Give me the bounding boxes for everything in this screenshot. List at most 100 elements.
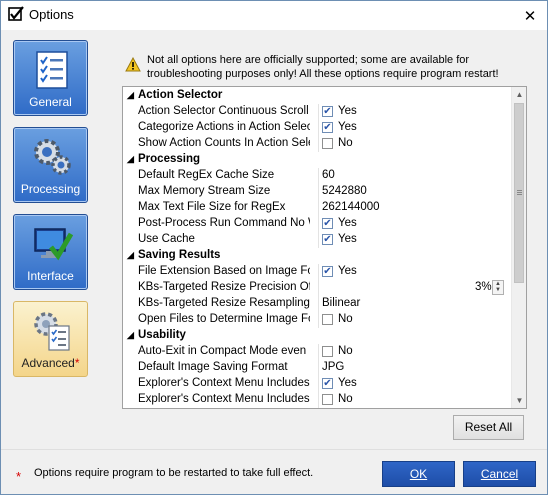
scroll-down-icon[interactable]: ▼ bbox=[512, 393, 526, 408]
row-label: File Extension Based on Image For bbox=[138, 265, 310, 277]
row-divider bbox=[318, 344, 319, 360]
row-divider bbox=[318, 280, 319, 296]
row-value[interactable]: Bilinear bbox=[322, 297, 360, 309]
row-divider bbox=[318, 120, 319, 136]
advanced-gears-icon bbox=[34, 312, 70, 351]
checkbox[interactable] bbox=[322, 346, 333, 357]
grid-row[interactable]: Explorer's Context Menu Includes F No bbox=[123, 392, 511, 408]
row-divider bbox=[318, 136, 319, 152]
gears-icon bbox=[34, 139, 71, 175]
checkbox[interactable]: ✔ bbox=[322, 122, 333, 133]
grid-row[interactable]: Max Memory Stream Size 5242880 bbox=[123, 184, 511, 200]
grid-row[interactable]: Show Action Counts In Action Select No bbox=[123, 136, 511, 152]
row-divider bbox=[318, 184, 319, 200]
reset-all-button[interactable]: Reset All bbox=[453, 415, 524, 440]
cancel-button[interactable]: Cancel bbox=[463, 461, 536, 487]
cancel-label: Cancel bbox=[480, 467, 519, 481]
nav-advanced-label: Advanced* bbox=[14, 356, 87, 370]
scroll-thumb[interactable] bbox=[514, 103, 524, 283]
close-icon: ✕ bbox=[523, 7, 537, 25]
scroll-up-icon[interactable]: ▲ bbox=[512, 87, 526, 102]
grid-row[interactable]: Use Cache ✔ Yes bbox=[123, 232, 511, 248]
checkbox[interactable]: ✔ bbox=[322, 106, 333, 117]
category-label: Usability bbox=[138, 329, 186, 341]
nav-general-button[interactable]: General bbox=[13, 40, 88, 116]
row-value: Yes bbox=[338, 121, 357, 133]
monitor-check-icon bbox=[34, 228, 73, 261]
grid-row[interactable]: File Extension Based on Image For ✔ Yes bbox=[123, 264, 511, 280]
row-value[interactable]: 262144000 bbox=[322, 201, 380, 213]
checkbox[interactable]: ✔ bbox=[322, 234, 333, 245]
row-value[interactable]: 5242880 bbox=[322, 185, 367, 197]
row-value: Yes bbox=[338, 233, 357, 245]
row-value: No bbox=[338, 393, 353, 405]
grid-row[interactable]: Open Files to Determine Image For No bbox=[123, 312, 511, 328]
row-label: Categorize Actions in Action Selecto bbox=[138, 121, 310, 133]
row-value[interactable]: 60 bbox=[322, 169, 335, 181]
category-saving-results[interactable]: ◢ Saving Results bbox=[123, 248, 511, 264]
grid-row[interactable]: Max Text File Size for RegEx 262144000 bbox=[123, 200, 511, 216]
row-divider bbox=[318, 392, 319, 408]
row-label: KBs-Targeted Resize Precision Offs bbox=[138, 281, 310, 293]
row-divider bbox=[318, 264, 319, 280]
row-divider bbox=[318, 216, 319, 232]
row-label: Open Files to Determine Image For bbox=[138, 313, 310, 325]
grid-row[interactable]: Default RegEx Cache Size 60 bbox=[123, 168, 511, 184]
collapse-icon: ◢ bbox=[127, 154, 134, 164]
nav-interface-button[interactable]: Interface bbox=[13, 214, 88, 290]
nav-interface-label: Interface bbox=[27, 269, 74, 283]
row-label: Explorer's Context Menu Includes F bbox=[138, 393, 310, 405]
checkbox[interactable] bbox=[322, 314, 333, 325]
nav-advanced-button[interactable]: Advanced* bbox=[13, 301, 88, 377]
row-label: Max Text File Size for RegEx bbox=[138, 201, 286, 213]
category-processing[interactable]: ◢ Processing bbox=[123, 152, 511, 168]
row-divider bbox=[318, 376, 319, 392]
row-label: Explorer's Context Menu Includes F bbox=[138, 377, 310, 389]
row-value: No bbox=[338, 313, 353, 325]
grid-row[interactable]: Auto-Exit in Compact Mode even if No bbox=[123, 344, 511, 360]
checkbox[interactable]: ✔ bbox=[322, 378, 333, 389]
title-bar: Options ✕ bbox=[1, 1, 547, 30]
grip-line bbox=[517, 190, 522, 191]
row-label: Default RegEx Cache Size bbox=[138, 169, 275, 181]
grid-row[interactable]: KBs-Targeted Resize Resampling M Bilinea… bbox=[123, 296, 511, 312]
collapse-icon: ◢ bbox=[127, 90, 134, 100]
row-divider bbox=[318, 312, 319, 328]
options-dialog: Options ✕ General Processing Interface A… bbox=[0, 0, 548, 495]
checkbox[interactable] bbox=[322, 138, 333, 149]
row-divider bbox=[318, 104, 319, 120]
row-divider bbox=[318, 200, 319, 216]
row-value: No bbox=[338, 345, 353, 357]
close-button[interactable]: ✕ bbox=[513, 1, 547, 30]
nav-advanced-text: Advanced bbox=[21, 356, 75, 370]
collapse-icon: ◢ bbox=[127, 250, 134, 260]
category-label: Action Selector bbox=[138, 89, 223, 101]
category-label: Saving Results bbox=[138, 249, 221, 261]
grip-line bbox=[517, 192, 522, 193]
vertical-scrollbar[interactable]: ▲ ▼ bbox=[511, 87, 526, 408]
row-label: Show Action Counts In Action Select bbox=[138, 137, 310, 149]
row-label: Max Memory Stream Size bbox=[138, 185, 271, 197]
grid-row[interactable]: Categorize Actions in Action Selecto ✔ Ye… bbox=[123, 120, 511, 136]
checkbox[interactable] bbox=[322, 394, 333, 405]
grid-row[interactable]: Post-Process Run Command No Wi ✔ Yes bbox=[123, 216, 511, 232]
grid-row[interactable]: Action Selector Continuous Scroll ✔ Yes bbox=[123, 104, 511, 120]
row-value[interactable]: JPG bbox=[322, 361, 344, 373]
ok-button[interactable]: OK bbox=[382, 461, 455, 487]
grid-row[interactable]: Default Image Saving Format JPG bbox=[123, 360, 511, 376]
row-divider bbox=[318, 168, 319, 184]
grid-row[interactable]: KBs-Targeted Resize Precision Offs 3% ▲ ▼ bbox=[123, 280, 511, 296]
spinner-control[interactable]: ▲ ▼ bbox=[492, 280, 504, 295]
row-value[interactable]: 3% bbox=[475, 281, 492, 293]
category-action-selector[interactable]: ◢ Action Selector bbox=[123, 88, 511, 104]
grid-row[interactable]: Explorer's Context Menu Includes F ✔ Yes bbox=[123, 376, 511, 392]
checkbox[interactable]: ✔ bbox=[322, 218, 333, 229]
checkbox[interactable]: ✔ bbox=[322, 266, 333, 277]
row-value: Yes bbox=[338, 265, 357, 277]
category-usability[interactable]: ◢ Usability bbox=[123, 328, 511, 344]
row-label: Action Selector Continuous Scroll bbox=[138, 105, 309, 117]
row-value: Yes bbox=[338, 377, 357, 389]
nav-processing-button[interactable]: Processing bbox=[13, 127, 88, 203]
grip-line bbox=[517, 194, 522, 195]
row-value: Yes bbox=[338, 217, 357, 229]
